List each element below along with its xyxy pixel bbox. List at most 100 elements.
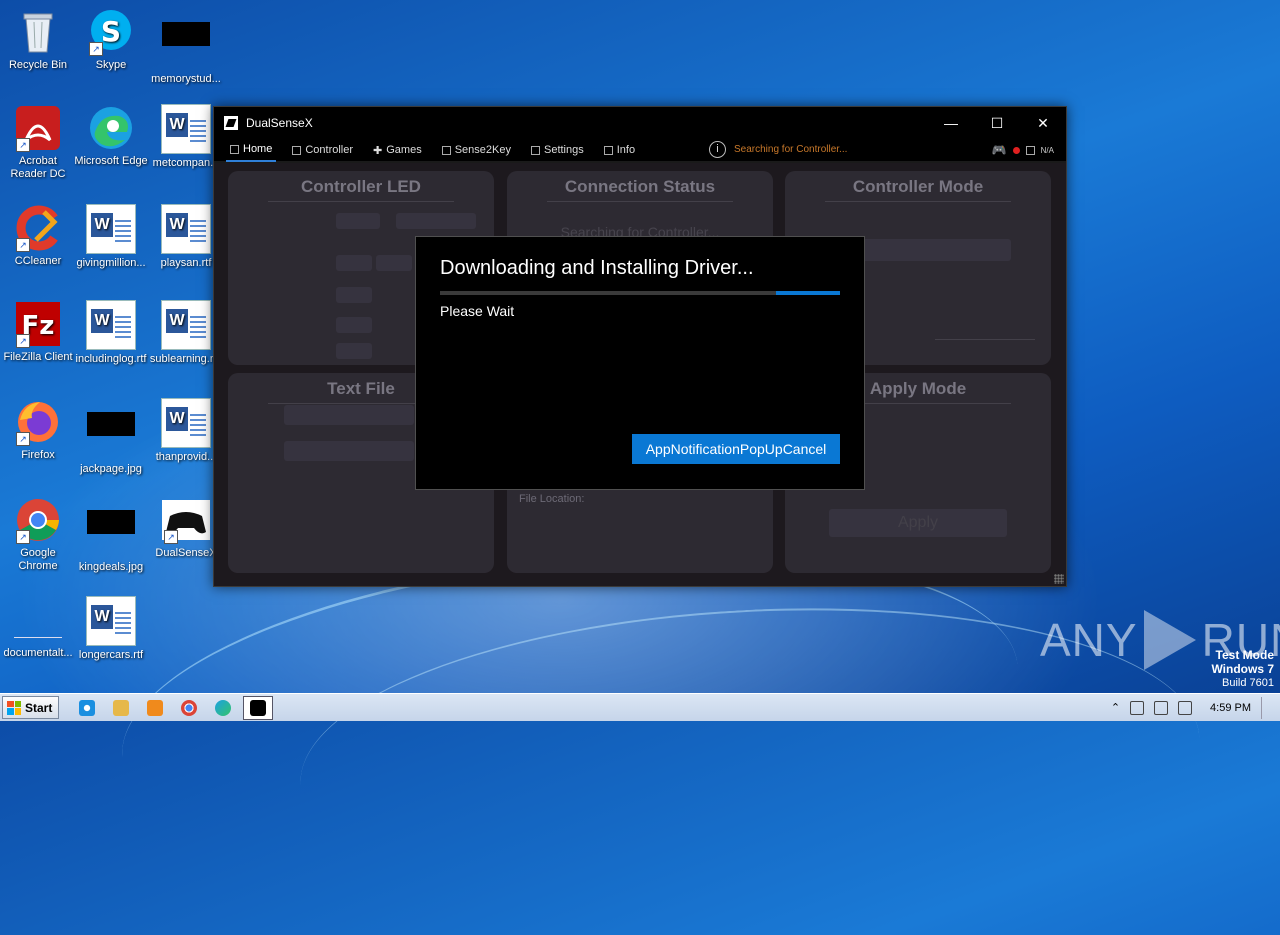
word-doc-icon <box>86 596 136 646</box>
info-tab-icon <box>603 145 613 155</box>
word-doc-icon <box>86 204 136 254</box>
test-mode-notice: Test Mode Windows 7 Build 7601 <box>1211 648 1274 689</box>
desktop-icon-chrome[interactable]: ↗ Google Chrome <box>0 496 76 573</box>
word-doc-icon <box>161 300 211 350</box>
app-logo-icon <box>224 116 238 130</box>
desktop-icon-label: CCleaner <box>14 255 62 267</box>
info-icon: i <box>709 141 726 158</box>
minimize-button[interactable]: — <box>928 107 974 139</box>
keyboard-icon <box>441 145 451 155</box>
chrome-icon: ↗ <box>14 496 62 544</box>
explorer-icon[interactable] <box>107 697 135 719</box>
desktop-icon-label: jackpage.jpg <box>80 463 142 475</box>
clock[interactable]: 4:59 PM <box>1210 702 1251 714</box>
chrome-icon[interactable] <box>175 697 203 719</box>
cancel-button[interactable]: AppNotificationPopUpCancel <box>632 434 840 464</box>
filezilla-icon: Fz ↗ <box>14 300 62 348</box>
battery-status: N/A <box>1040 145 1054 155</box>
shortcut-arrow-icon: ↗ <box>16 138 30 152</box>
desktop-icon-label: Google Chrome <box>18 547 58 572</box>
ccleaner-icon: ↗ <box>14 204 62 252</box>
firefox-icon: ↗ <box>14 398 62 446</box>
edge-icon[interactable] <box>209 697 237 719</box>
maximize-button[interactable]: ☐ <box>974 107 1020 139</box>
desktop-icon-jackpage[interactable]: jackpage.jpg <box>73 398 149 476</box>
desktop-icon-ccleaner[interactable]: ↗ CCleaner <box>0 204 76 268</box>
play-logo-icon <box>1143 610 1196 670</box>
desktop-icon-kingdeals[interactable]: kingdeals.jpg <box>73 496 149 574</box>
tab-home[interactable]: Home <box>226 138 277 162</box>
nav-bar: Home Controller ✚ Games Sense2Key Setting… <box>214 138 1066 162</box>
show-desktop-button[interactable] <box>1261 696 1272 719</box>
desktop-icon-edge[interactable]: Microsoft Edge <box>73 104 149 168</box>
controller-icon: ↗ <box>162 496 210 544</box>
tab-games[interactable]: ✚ Games <box>369 139 426 161</box>
tab-controller[interactable]: Controller <box>288 139 357 161</box>
tab-sense2key[interactable]: Sense2Key <box>438 139 515 161</box>
desktop-icon-acrobat[interactable]: ↗ Acrobat Reader DC <box>0 104 76 181</box>
desktop-icon-label: Recycle Bin <box>8 59 68 71</box>
word-doc-icon <box>161 104 211 154</box>
settings-icon <box>530 145 540 155</box>
shortcut-arrow-icon: ↗ <box>16 530 30 544</box>
controller-status-icon: 🎮 <box>991 143 1007 157</box>
desktop-icon-firefox[interactable]: ↗ Firefox <box>0 398 76 462</box>
dialog-message: Please Wait <box>440 303 515 319</box>
shortcut-arrow-icon: ↗ <box>16 334 30 348</box>
title-bar[interactable]: DualSenseX — ☐ ✕ <box>214 107 1066 139</box>
skype-icon: S ↗ <box>87 8 135 56</box>
word-doc-icon <box>161 204 211 254</box>
desktop-icon-recycle-bin[interactable]: Recycle Bin <box>0 8 76 72</box>
system-tray: ⌃ 4:59 PM <box>1111 696 1272 719</box>
image-thumbnail <box>162 22 210 70</box>
desktop-icon-label: documentalt... <box>3 647 73 659</box>
desktop-icon-skype[interactable]: S ↗ Skype <box>73 8 149 72</box>
disconnected-indicator <box>1012 146 1020 154</box>
driver-install-dialog: Downloading and Installing Driver... Ple… <box>415 236 865 490</box>
shortcut-arrow-icon: ↗ <box>16 238 30 252</box>
desktop-icon-longercars[interactable]: longercars.rtf <box>73 596 149 662</box>
tray-expand-icon[interactable]: ⌃ <box>1111 701 1120 714</box>
media-player-icon[interactable] <box>141 697 169 719</box>
progress-bar <box>440 291 840 295</box>
desktop-icon-label: FileZilla Client <box>3 351 73 363</box>
network-icon[interactable] <box>1154 700 1169 715</box>
shortcut-arrow-icon: ↗ <box>16 432 30 446</box>
desktop-icon-documentalt[interactable]: documentalt... <box>0 596 76 660</box>
dualsensex-icon[interactable] <box>243 695 274 720</box>
desktop-icon-includinglog[interactable]: includinglog.rtf <box>73 300 149 366</box>
progress-fill <box>776 291 840 295</box>
action-center-icon[interactable] <box>1178 700 1193 715</box>
blank-file-icon <box>14 596 62 644</box>
connection-status-text: Searching for Controller... <box>734 144 848 155</box>
windows-logo-icon <box>7 700 21 715</box>
gamepad-icon: ✚ <box>373 144 383 157</box>
desktop-icon-label: givingmillion... <box>76 257 146 269</box>
word-doc-icon <box>161 398 211 448</box>
desktop-icon-label: Firefox <box>21 449 55 461</box>
close-button[interactable]: ✕ <box>1020 107 1066 139</box>
resize-grip[interactable] <box>1054 574 1064 584</box>
shortcut-arrow-icon: ↗ <box>89 42 103 56</box>
dualsensex-window[interactable]: DualSenseX — ☐ ✕ Home Controller ✚ Games … <box>213 106 1067 587</box>
edge-icon <box>87 104 135 152</box>
desktop-icon-filezilla[interactable]: Fz ↗ FileZilla Client <box>0 300 76 364</box>
ie-icon[interactable] <box>73 697 101 719</box>
image-thumbnail <box>87 510 135 558</box>
desktop-icon-memorystud[interactable]: memorystud... <box>148 8 224 86</box>
desktop-icon-label: Acrobat Reader DC <box>10 155 66 180</box>
recycle-bin-icon <box>14 8 62 56</box>
home-icon <box>230 144 239 154</box>
battery-icon <box>1025 145 1035 155</box>
controller-tab-icon <box>292 145 302 155</box>
tab-info[interactable]: Info <box>600 139 639 161</box>
dialog-title: Downloading and Installing Driver... <box>440 257 754 279</box>
desktop-icon-label: Skype <box>95 59 127 71</box>
volume-icon[interactable] <box>1130 700 1145 715</box>
start-button[interactable]: Start <box>2 696 60 719</box>
shortcut-arrow-icon: ↗ <box>164 530 178 544</box>
desktop-icon-givingmillion[interactable]: givingmillion... <box>73 204 149 270</box>
svg-text:S: S <box>101 15 121 48</box>
tab-settings[interactable]: Settings <box>527 139 588 161</box>
desktop-icon-label: longercars.rtf <box>78 649 144 661</box>
